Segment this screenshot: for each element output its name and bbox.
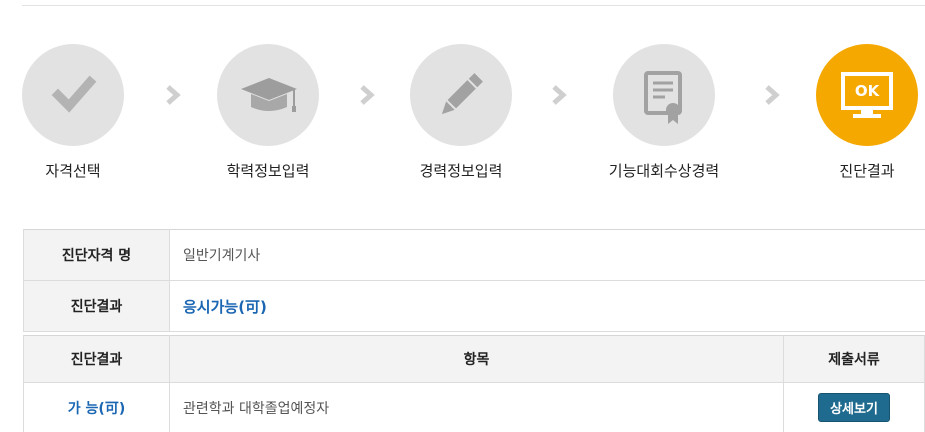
table-row: 가 능(可) 관련학과 대학졸업예정자 상세보기 xyxy=(23,382,925,432)
result-label: 진단결과 xyxy=(23,280,170,332)
step-label: 자격선택 xyxy=(45,162,101,180)
step-circle xyxy=(217,44,319,146)
chevron-right-icon xyxy=(166,85,181,105)
step-diagnosis-result: OK 진단결과 xyxy=(792,44,925,181)
qualification-value: 일반기계기사 xyxy=(169,229,925,281)
check-icon xyxy=(51,75,97,113)
result-row: 진단결과 응시가능(可) xyxy=(23,280,925,332)
row-result: 가 능(可) xyxy=(23,382,170,432)
step-label: 진단결과 xyxy=(839,162,895,180)
step-label: 경력정보입력 xyxy=(419,162,503,180)
ok-text: OK xyxy=(855,82,881,100)
top-divider xyxy=(22,5,925,6)
row-item: 관련학과 대학졸업예정자 xyxy=(169,382,784,432)
column-header-documents: 제출서류 xyxy=(783,335,925,383)
graduation-cap-icon xyxy=(241,78,297,112)
step-label: 기능대회수상경력 xyxy=(608,162,720,180)
step-circle-active: OK xyxy=(816,44,918,146)
results-table: 진단결과 항목 제출서류 가 능(可) 관련학과 대학졸업예정자 상세보기 xyxy=(23,335,925,432)
step-qualification-select: 자격선택 xyxy=(0,44,148,181)
step-skills-competition-award: 기능대회수상경력 xyxy=(589,44,739,181)
step-circle xyxy=(22,44,124,146)
chevron-right-icon xyxy=(552,85,567,105)
view-details-button[interactable]: 상세보기 xyxy=(818,393,890,422)
step-education-input: 학력정보입력 xyxy=(193,44,343,181)
chevron-right-icon xyxy=(360,85,375,105)
table-header-row: 진단결과 항목 제출서류 xyxy=(23,335,925,383)
result-value: 응시가능(可) xyxy=(169,280,925,332)
step-circle xyxy=(613,44,715,146)
chevron-right-icon xyxy=(765,85,780,105)
column-header-item: 항목 xyxy=(169,335,784,383)
qualification-label: 진단자격 명 xyxy=(23,229,170,281)
diagnosis-info-table: 진단자격 명 일반기계기사 진단결과 응시가능(可) xyxy=(23,229,925,332)
step-label: 학력정보입력 xyxy=(226,162,310,180)
certificate-icon xyxy=(644,71,682,124)
ok-monitor-icon: OK xyxy=(841,72,893,118)
step-circle xyxy=(410,44,512,146)
step-career-input: 경력정보입력 xyxy=(386,44,536,181)
qualification-row: 진단자격 명 일반기계기사 xyxy=(23,229,925,281)
pencil-icon xyxy=(441,73,483,115)
column-header-result: 진단결과 xyxy=(23,335,170,383)
row-documents-cell: 상세보기 xyxy=(783,382,925,432)
